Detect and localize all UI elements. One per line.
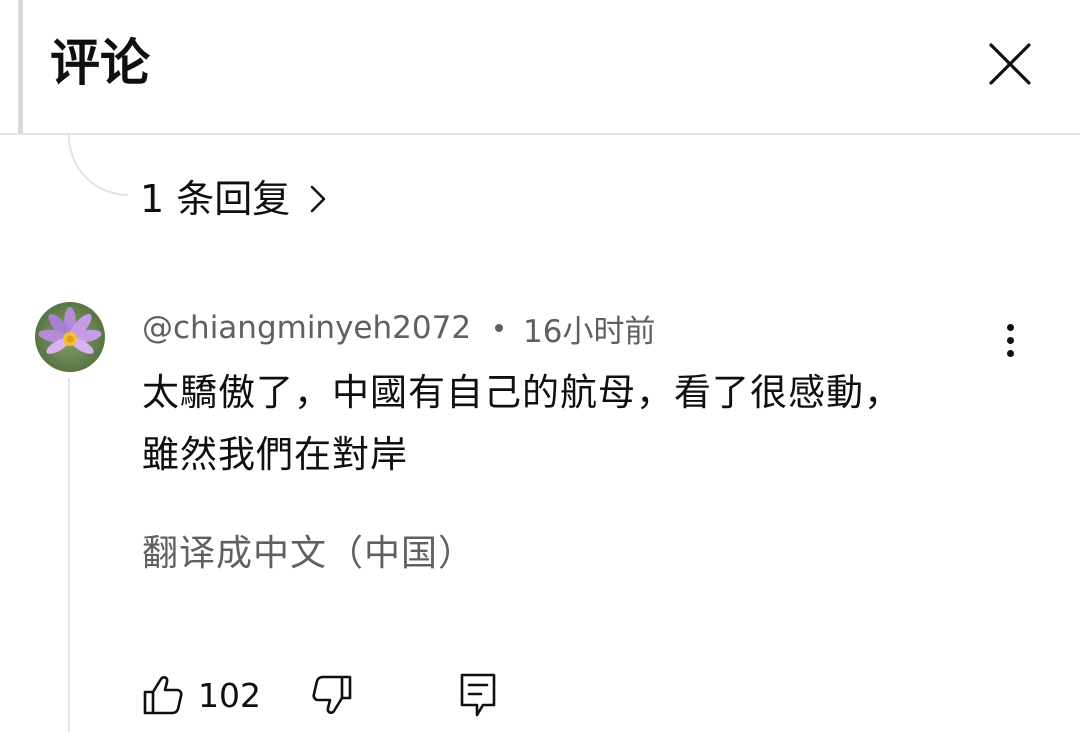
close-icon (989, 43, 1031, 85)
comment-time: 16小时前 (523, 313, 656, 350)
avatar[interactable] (35, 302, 105, 372)
comments-header: 评论 (0, 0, 1080, 135)
more-vert-icon (1006, 323, 1014, 331)
comment-actions: 102 (142, 666, 497, 724)
like-button[interactable]: 102 (142, 674, 261, 716)
comment-meta: @chiangminyeh2072 16小时前 (142, 306, 656, 350)
comment-text-line: 雖然我們在對岸 (142, 433, 408, 476)
chevron-right-icon (310, 185, 326, 213)
more-options-button[interactable] (990, 316, 1030, 364)
comment-text-line: 太驕傲了，中國有自己的航母，看了很感動， (142, 371, 902, 414)
translate-button[interactable]: 翻译成中文（中国） (142, 526, 475, 582)
comment-text: 太驕傲了，中國有自己的航母，看了很感動， 雖然我們在對岸 (142, 362, 972, 486)
thread-connector (68, 134, 128, 196)
page-title: 评论 (50, 34, 150, 92)
thumb-up-icon (143, 676, 183, 715)
meta-separator-dot (495, 324, 504, 332)
thread-line (68, 378, 70, 732)
view-replies-button[interactable]: 1 条回复 (140, 172, 326, 226)
dislike-button[interactable] (311, 674, 353, 716)
comment-icon (460, 673, 496, 717)
reply-button[interactable] (459, 672, 497, 718)
replies-count-label: 1 条回复 (140, 177, 291, 221)
close-button[interactable] (982, 36, 1038, 92)
comment-author[interactable]: @chiangminyeh2072 (142, 310, 471, 346)
like-count: 102 (198, 675, 261, 715)
thumb-down-icon (312, 675, 352, 714)
